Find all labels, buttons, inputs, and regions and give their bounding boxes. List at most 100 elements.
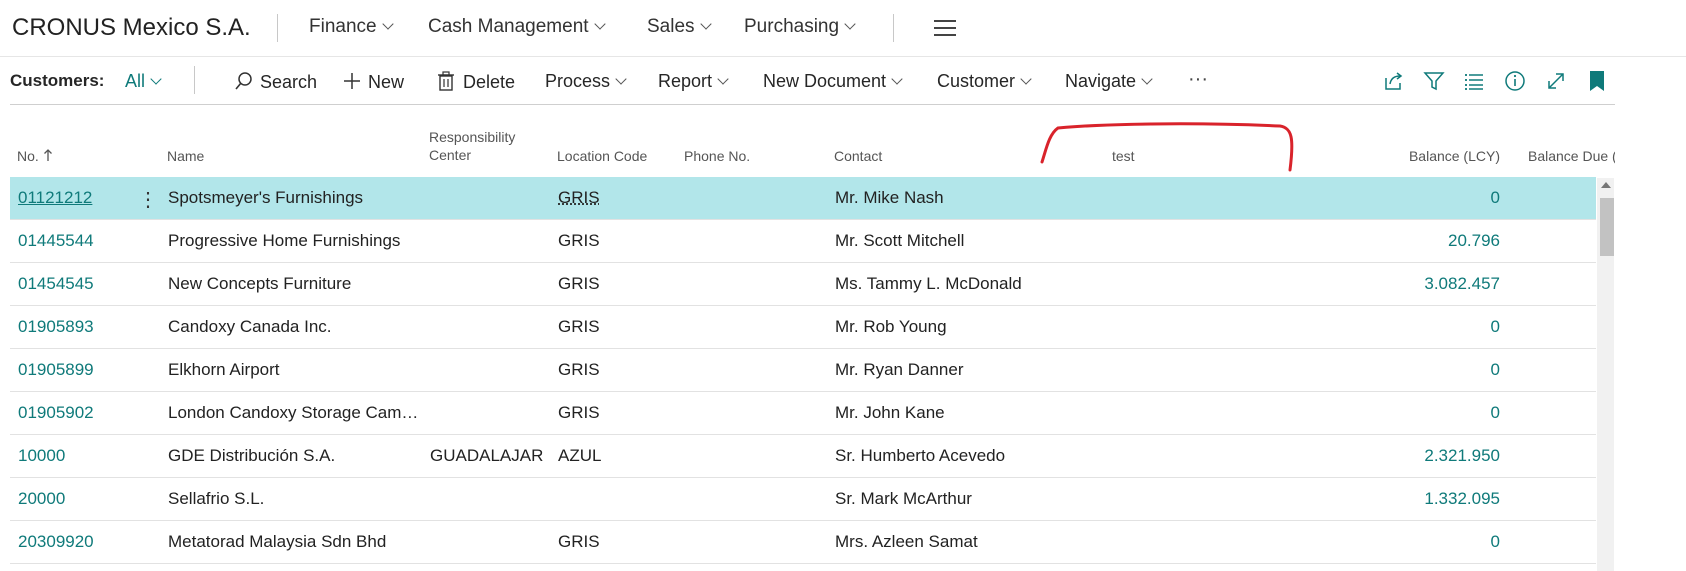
chevron-down-icon	[593, 18, 606, 30]
cell-name: London Candoxy Storage Cam…	[168, 403, 419, 422]
cell-name: Progressive Home Furnishings	[168, 231, 401, 250]
bookmark-icon[interactable]	[1588, 70, 1606, 92]
filter-icon[interactable]	[1423, 70, 1445, 92]
scrollbar-thumb[interactable]	[1600, 198, 1614, 256]
scroll-up-arrow-icon[interactable]	[1601, 182, 1611, 188]
cell-no[interactable]: 01905899	[18, 360, 94, 380]
table-row[interactable]: 01905899 Elkhorn Airport GRIS Mr. Ryan D…	[10, 349, 1596, 392]
cell-balance[interactable]: 20.796	[1350, 231, 1500, 251]
cell-location: GRIS	[558, 231, 600, 250]
expand-icon[interactable]	[1545, 70, 1567, 92]
view-filter-dropdown[interactable]: All	[125, 71, 162, 92]
cell-contact: Sr. Mark McArthur	[835, 489, 972, 508]
cell-responsibility-center: GUADALAJAR	[430, 446, 544, 465]
more-options-button[interactable]: ···	[1188, 68, 1208, 91]
customer-label: Customer	[937, 71, 1016, 91]
column-header-balance-due[interactable]: Balance Due (	[1528, 147, 1615, 165]
cell-balance[interactable]: 0	[1350, 532, 1500, 552]
column-header-location-code[interactable]: Location Code	[557, 147, 647, 165]
table-header: No. Name Responsibility Center Location C…	[10, 118, 1615, 176]
column-header-responsibility-center[interactable]: Responsibility Center	[429, 128, 515, 164]
cell-balance[interactable]: 3.082.457	[1350, 274, 1500, 294]
cell-no[interactable]: 10000	[18, 446, 65, 466]
cell-balance[interactable]: 0	[1350, 317, 1500, 337]
cell-balance[interactable]: 0	[1350, 188, 1500, 208]
company-name[interactable]: CRONUS Mexico S.A.	[12, 14, 251, 42]
cell-location: GRIS	[558, 188, 600, 207]
cell-balance[interactable]: 0	[1350, 360, 1500, 380]
cell-contact: Mrs. Azleen Samat	[835, 532, 978, 551]
column-header-balance[interactable]: Balance (LCY)	[1330, 147, 1500, 165]
cell-balance[interactable]: 2.321.950	[1350, 446, 1500, 466]
search-button[interactable]: Search	[234, 71, 317, 93]
new-button[interactable]: New	[342, 71, 404, 93]
search-label: Search	[260, 72, 318, 92]
row-actions-icon[interactable]: ⋮	[138, 187, 158, 212]
table-row[interactable]: 01454545 New Concepts Furniture GRIS Ms.…	[10, 263, 1596, 306]
chevron-down-icon	[150, 73, 162, 85]
table-row[interactable]: 10000 GDE Distribución S.A. GUADALAJAR A…	[10, 435, 1596, 478]
chevron-down-icon	[699, 18, 712, 30]
nav-label: Sales	[647, 16, 695, 37]
nav-cash-management[interactable]: Cash Management	[428, 16, 606, 38]
hamburger-menu-icon[interactable]	[934, 20, 956, 41]
cell-name: Candoxy Canada Inc.	[168, 317, 332, 336]
cell-no[interactable]: 01445544	[18, 231, 94, 251]
cell-no[interactable]: 01121212	[18, 188, 92, 208]
column-header-phone[interactable]: Phone No.	[684, 147, 750, 165]
table-row[interactable]: 01121212 ⋮ Spotsmeyer's Furnishings GRIS…	[10, 177, 1596, 220]
cell-contact: Mr. John Kane	[835, 403, 945, 422]
column-header-no[interactable]: No.	[17, 147, 53, 165]
table-row[interactable]: 01445544 Progressive Home Furnishings GR…	[10, 220, 1596, 263]
cell-no[interactable]: 20309920	[18, 532, 94, 552]
column-label: Responsibility	[429, 129, 516, 145]
nav-finance[interactable]: Finance	[309, 16, 394, 38]
list-view-icon[interactable]	[1463, 70, 1485, 92]
process-label: Process	[545, 71, 611, 91]
top-bar: CRONUS Mexico S.A. Finance Cash Manageme…	[0, 0, 1686, 57]
new-document-menu[interactable]: New Document	[763, 71, 903, 92]
cell-name: Metatorad Malaysia Sdn Bhd	[168, 532, 387, 551]
process-menu[interactable]: Process	[545, 71, 627, 92]
cell-no[interactable]: 01454545	[18, 274, 94, 294]
delete-label: Delete	[463, 72, 516, 92]
cell-contact: Sr. Humberto Acevedo	[835, 446, 1006, 465]
cell-location: GRIS	[558, 317, 600, 336]
action-bar: Customers: All Search New Delete Process…	[10, 60, 1615, 105]
column-label: No.	[17, 148, 39, 164]
delete-button[interactable]: Delete	[437, 71, 515, 93]
cell-no[interactable]: 20000	[18, 489, 65, 509]
share-icon[interactable]	[1382, 70, 1404, 92]
column-header-contact[interactable]: Contact	[834, 147, 882, 165]
sort-ascending-icon	[43, 149, 52, 161]
table-row[interactable]: 01905902 London Candoxy Storage Cam… GRI…	[10, 392, 1596, 435]
cell-no[interactable]: 01905902	[18, 403, 94, 423]
table-row[interactable]: 20000 Sellafrio S.L. Sr. Mark McArthur 1…	[10, 478, 1606, 521]
navigate-menu[interactable]: Navigate	[1065, 71, 1153, 92]
chevron-down-icon	[1141, 73, 1153, 85]
cell-location: GRIS	[558, 274, 600, 293]
nav-sales[interactable]: Sales	[647, 16, 712, 38]
info-icon[interactable]	[1504, 70, 1526, 92]
cell-balance-due[interactable]: 6	[1456, 489, 1606, 509]
cell-name: Spotsmeyer's Furnishings	[168, 188, 364, 207]
table-row[interactable]: 20309920 Metatorad Malaysia Sdn Bhd GRIS…	[10, 521, 1596, 564]
report-menu[interactable]: Report	[658, 71, 729, 92]
nav-purchasing[interactable]: Purchasing	[744, 16, 856, 38]
nav-label: Cash Management	[428, 16, 589, 37]
cell-no[interactable]: 01905893	[18, 317, 94, 337]
divider	[893, 14, 894, 42]
table-row[interactable]: 01905893 Candoxy Canada Inc. GRIS Mr. Ro…	[10, 306, 1596, 349]
cell-contact: Mr. Mike Nash	[835, 188, 944, 207]
customer-menu[interactable]: Customer	[937, 71, 1032, 92]
nav-label: Purchasing	[744, 16, 840, 37]
view-label: All	[125, 71, 146, 91]
cell-balance[interactable]: 0	[1350, 403, 1500, 423]
cell-contact: Mr. Rob Young	[835, 317, 947, 336]
cell-location: GRIS	[558, 360, 600, 379]
column-header-name[interactable]: Name	[167, 147, 204, 165]
cell-contact: Mr. Scott Mitchell	[835, 231, 965, 250]
cell-name: Elkhorn Airport	[168, 360, 280, 379]
cell-location: GRIS	[558, 532, 600, 551]
cell-name: New Concepts Furniture	[168, 274, 352, 293]
